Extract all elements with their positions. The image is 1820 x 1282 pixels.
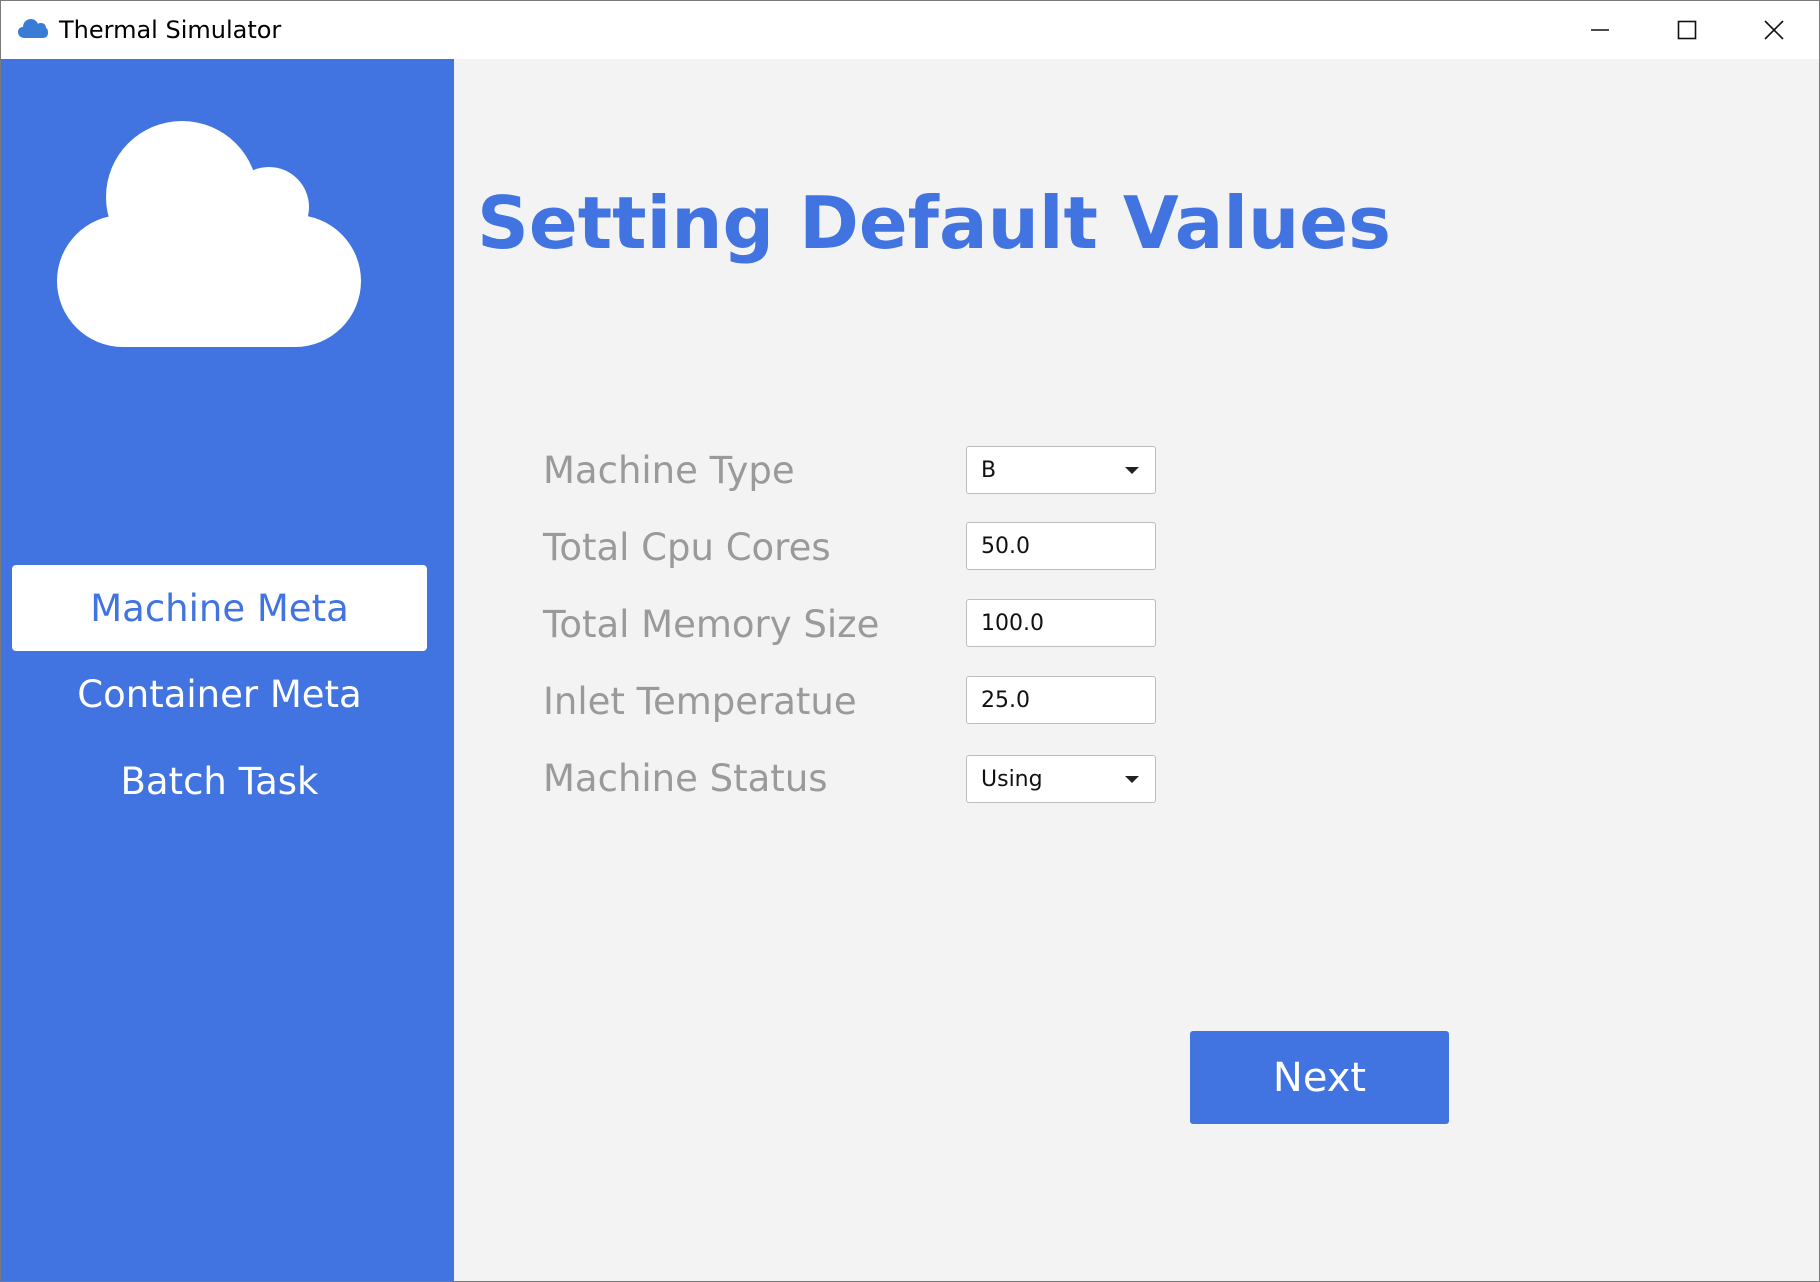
inlet-temperature-label: Inlet Temperatue: [543, 680, 857, 723]
sidebar: Machine Meta Container Meta Batch Task: [1, 59, 454, 1281]
close-button[interactable]: [1730, 1, 1818, 59]
machine-status-select[interactable]: Using: [966, 755, 1156, 803]
sidebar-item-label: Batch Task: [120, 759, 319, 803]
inlet-temperature-input[interactable]: [966, 676, 1156, 724]
cloud-icon: [57, 121, 361, 347]
close-icon: [1764, 20, 1784, 40]
sidebar-item-machine-meta[interactable]: Machine Meta: [12, 565, 427, 651]
cloud-icon: [18, 19, 48, 38]
sidebar-item-label: Container Meta: [77, 672, 362, 716]
machine-status-label: Machine Status: [543, 757, 828, 800]
machine-type-value: B: [981, 457, 997, 483]
total-cpu-cores-label: Total Cpu Cores: [543, 526, 831, 569]
maximize-button[interactable]: [1643, 1, 1731, 59]
total-memory-size-label: Total Memory Size: [543, 603, 880, 646]
chevron-down-icon: [1125, 467, 1139, 474]
minimize-icon: [1591, 29, 1609, 31]
sidebar-item-container-meta[interactable]: Container Meta: [12, 651, 427, 737]
page-title: Setting Default Values: [477, 181, 1391, 265]
title-bar: Thermal Simulator: [1, 1, 1819, 59]
machine-type-select[interactable]: B: [966, 446, 1156, 494]
chevron-down-icon: [1125, 776, 1139, 783]
app-window: Thermal Simulator Machine Meta Container…: [0, 0, 1820, 1282]
sidebar-item-label: Machine Meta: [90, 586, 349, 630]
machine-status-value: Using: [981, 766, 1043, 792]
sidebar-item-batch-task[interactable]: Batch Task: [12, 738, 427, 824]
minimize-button[interactable]: [1556, 1, 1644, 59]
machine-type-label: Machine Type: [543, 449, 795, 492]
maximize-icon: [1677, 20, 1697, 40]
total-cpu-cores-input[interactable]: [966, 522, 1156, 570]
next-button[interactable]: Next: [1190, 1031, 1449, 1124]
total-memory-size-input[interactable]: [966, 599, 1156, 647]
window-title: Thermal Simulator: [59, 16, 282, 44]
